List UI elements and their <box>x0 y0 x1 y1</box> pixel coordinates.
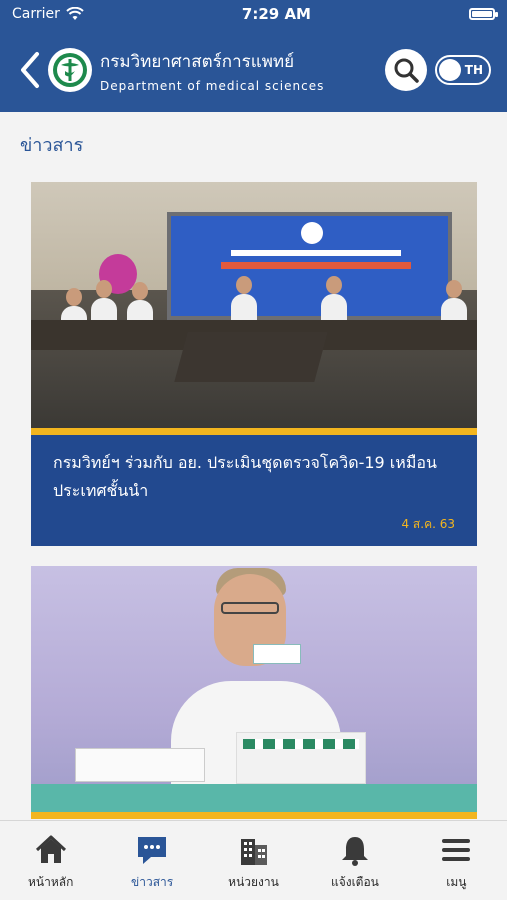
department-logo <box>48 48 92 92</box>
meeting-table-center <box>174 332 328 382</box>
tab-news[interactable]: ข่าวสาร <box>101 821 202 900</box>
search-button[interactable] <box>385 49 427 91</box>
tab-departments[interactable]: หน่วยงาน <box>203 821 304 900</box>
status-left: Carrier <box>12 6 84 22</box>
header-titles: กรมวิทยาศาสตร์การแพทย์ Department of med… <box>100 48 385 93</box>
carrier-label: Carrier <box>12 6 60 22</box>
tab-news-label: ข่าวสาร <box>131 875 174 889</box>
news-photo-press <box>31 566 477 812</box>
wifi-icon <box>66 7 84 20</box>
status-time: 7:29 AM <box>241 5 311 23</box>
chevron-left-icon <box>21 52 39 88</box>
app-header: กรมวิทยาศาสตร์การแพทย์ Department of med… <box>0 28 507 112</box>
back-button[interactable] <box>16 50 44 90</box>
bell-icon <box>341 837 368 866</box>
menu-icon <box>442 839 471 861</box>
language-toggle[interactable]: TH <box>435 55 491 85</box>
tab-home[interactable]: หน้าหลัก <box>0 821 101 900</box>
battery-icon <box>469 8 498 20</box>
tab-menu-label: เมนู <box>446 875 467 889</box>
test-kit-box <box>253 644 301 664</box>
news-title: กรมวิทย์ฯ ร่วมกับ อย. ประเมินชุดตรวจโควิ… <box>53 453 437 500</box>
podium <box>31 784 477 812</box>
presenter-glasses <box>221 602 279 614</box>
caduceus-logo-icon <box>53 53 87 87</box>
search-icon <box>394 58 419 83</box>
chat-icon <box>138 837 167 864</box>
tab-menu[interactable]: เมนู <box>406 821 507 900</box>
tab-notifications[interactable]: แจ้งเตือน <box>304 821 405 900</box>
language-toggle-knob <box>439 59 461 81</box>
news-photo-meeting <box>31 182 477 428</box>
nameplate <box>75 748 205 782</box>
card-accent-strip <box>31 812 477 819</box>
header-title-english: Department of medical sciences <box>100 78 325 93</box>
language-label: TH <box>464 63 483 77</box>
building-icon <box>240 839 267 865</box>
card-accent-strip <box>31 428 477 435</box>
bottom-tab-bar: หน้าหลัก ข่าวสาร หน่วยงาน แจ้งเตือน เมนู <box>0 820 507 900</box>
card-body: กรมวิทย์ฯ ร่วมกับ อย. ประเมินชุดตรวจโควิ… <box>31 435 477 546</box>
tab-home-label: หน้าหลัก <box>28 875 74 889</box>
home-icon <box>35 835 66 863</box>
section-title: ข่าวสาร <box>20 135 84 156</box>
header-title-thai: กรมวิทยาศาสตร์การแพทย์ <box>100 51 295 72</box>
test-kit-boxes <box>236 732 366 784</box>
tab-notifications-label: แจ้งเตือน <box>330 875 379 889</box>
news-card[interactable]: กรมวิทย์ฯ ร่วมกับ อย. ประเมินชุดตรวจโควิ… <box>31 182 477 546</box>
news-card[interactable] <box>31 566 477 819</box>
tab-departments-label: หน่วยงาน <box>228 875 279 889</box>
presentation-screen <box>167 212 452 320</box>
status-bar: Carrier 7:29 AM <box>0 0 507 28</box>
news-date: 4 ส.ค. 63 <box>401 517 455 531</box>
